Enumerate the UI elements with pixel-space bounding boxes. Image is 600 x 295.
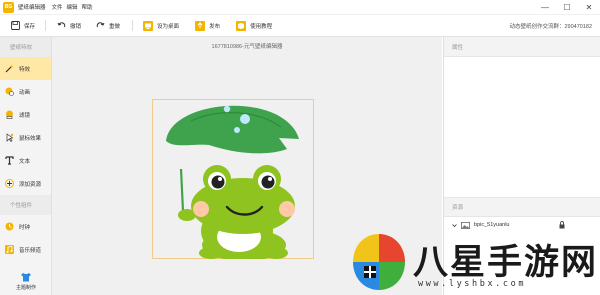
menu-file[interactable]: 文件 <box>52 3 63 11</box>
sidebar-item-filter[interactable]: 滤镜 <box>0 103 51 126</box>
desktop-icon <box>143 20 154 31</box>
lock-icon[interactable] <box>559 221 565 229</box>
sidebar-section-effects: 壁纸特效 <box>0 37 51 57</box>
toolbar: 保存 撤销 重做 设为桌面 发布 使用教程 动态壁纸创作交流群：29047018… <box>0 15 600 37</box>
close-button[interactable]: ✕ <box>578 0 600 15</box>
watermark-url: www.lyshbx.com <box>418 279 527 289</box>
save-icon <box>10 21 20 31</box>
resource-name: bpic_51yuanlu <box>474 222 510 228</box>
menu-help[interactable]: 帮助 <box>82 3 93 11</box>
chevron-down-icon[interactable] <box>452 223 458 228</box>
resources-panel-title: 资源 <box>444 197 600 217</box>
title-bar: BG 壁纸编辑器 文件 编辑 帮助 — ☐ ✕ <box>0 0 600 15</box>
text-icon <box>5 156 14 165</box>
publish-button[interactable]: 发布 <box>195 15 220 37</box>
watermark-logo <box>353 234 405 290</box>
set-desktop-label: 设为桌面 <box>157 23 180 30</box>
app-title: 壁纸编辑器 <box>18 5 46 11</box>
undo-icon <box>56 21 66 31</box>
undo-label: 撤销 <box>70 23 82 30</box>
sidebar-item-text[interactable]: 文本 <box>0 149 51 172</box>
sidebar-item-effects[interactable]: 特效 <box>0 57 51 80</box>
canvas-title: 1677810986-元气壁纸编辑器 <box>211 44 283 50</box>
minimize-button[interactable]: — <box>534 0 556 15</box>
sidebar: 壁纸特效 特效 动画 滤镜 鼠标效果 文本 添加资源 个性组件 时钟 音乐频道 … <box>0 37 52 295</box>
redo-button[interactable]: 重做 <box>95 15 120 37</box>
undo-button[interactable]: 撤销 <box>56 15 81 37</box>
sidebar-item-music[interactable]: 音乐频道 <box>0 238 51 261</box>
sidebar-item-label: 音乐频道 <box>19 247 42 254</box>
window-controls: — ☐ ✕ <box>534 0 600 15</box>
properties-panel <box>444 57 600 197</box>
save-button[interactable]: 保存 <box>10 15 35 37</box>
tutorial-button[interactable]: 使用教程 <box>236 15 272 37</box>
animation-icon <box>5 87 14 96</box>
filter-icon <box>5 110 14 119</box>
tutorial-icon <box>236 20 247 31</box>
save-label: 保存 <box>24 23 36 30</box>
add-resource-icon <box>5 179 14 188</box>
clock-icon <box>5 222 14 231</box>
maximize-button[interactable]: ☐ <box>556 0 578 15</box>
sidebar-item-label: 特效 <box>19 66 31 73</box>
music-icon <box>5 245 14 254</box>
menu-bar: 文件 编辑 帮助 <box>52 3 97 11</box>
theme-make-button[interactable]: 主题制作 <box>0 267 52 295</box>
sidebar-item-label: 文本 <box>19 158 31 165</box>
sidebar-item-label: 滤镜 <box>19 112 31 119</box>
watermark-text: 八星手游网 <box>413 243 599 283</box>
properties-panel-title: 属性 <box>444 37 600 57</box>
set-desktop-button[interactable]: 设为桌面 <box>143 15 179 37</box>
theme-icon <box>21 272 31 284</box>
publish-label: 发布 <box>209 23 221 30</box>
sidebar-item-label: 时钟 <box>19 224 31 231</box>
toolbar-divider <box>45 20 47 31</box>
redo-icon <box>95 21 105 31</box>
toolbar-divider <box>132 20 134 31</box>
publish-icon <box>195 20 206 31</box>
image-icon <box>461 221 470 229</box>
cursor-icon <box>5 133 14 142</box>
sidebar-item-label: 鼠标效果 <box>19 135 42 142</box>
magic-wand-icon <box>5 64 14 73</box>
frog-illustration[interactable] <box>161 101 305 259</box>
contact-group-text: 动态壁纸创作交流群：290470182 <box>509 24 592 30</box>
tutorial-label: 使用教程 <box>250 23 273 30</box>
sidebar-item-label: 动画 <box>19 89 31 96</box>
sidebar-item-clock[interactable]: 时钟 <box>0 215 51 238</box>
resource-item[interactable]: bpic_51yuanlu <box>444 218 600 232</box>
sidebar-item-add-resource[interactable]: 添加资源 <box>0 172 51 195</box>
sidebar-item-mouse-effects[interactable]: 鼠标效果 <box>0 126 51 149</box>
sidebar-item-animation[interactable]: 动画 <box>0 80 51 103</box>
app-logo: BG <box>3 1 14 13</box>
sidebar-item-label: 添加资源 <box>19 181 42 188</box>
menu-edit[interactable]: 编辑 <box>67 3 78 11</box>
redo-label: 重做 <box>109 23 121 30</box>
theme-make-label: 主题制作 <box>15 284 36 291</box>
sidebar-section-widgets: 个性组件 <box>0 195 51 215</box>
